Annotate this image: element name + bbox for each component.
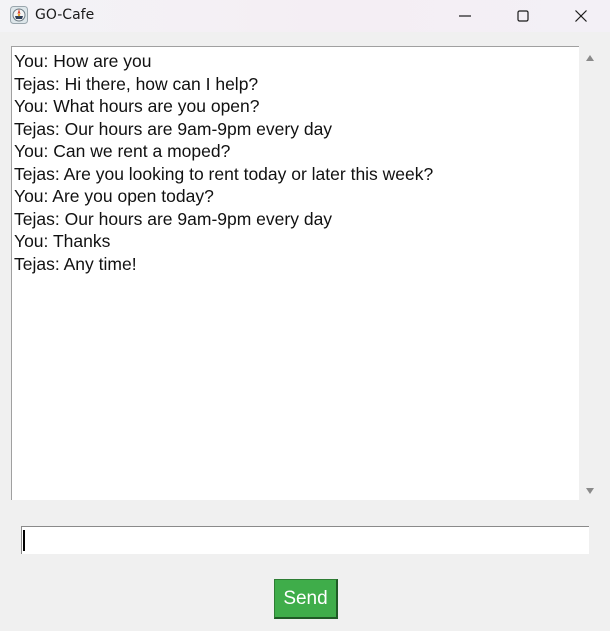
minimize-button[interactable] — [436, 0, 494, 32]
chat-message: Tejas: Are you looking to rent today or … — [14, 163, 434, 184]
scroll-down-button[interactable] — [580, 483, 600, 499]
chat-lines: You: How are you Tejas: Hi there, how ca… — [14, 50, 433, 275]
chat-message: Tejas: Hi there, how can I help? — [14, 73, 259, 94]
chat-message: You: Are you open today? — [14, 186, 214, 206]
minimize-icon — [459, 15, 471, 17]
chat-message: You: Thanks — [14, 231, 111, 251]
close-button[interactable] — [552, 0, 610, 32]
scroll-up-button[interactable] — [580, 50, 600, 66]
scroll-up-arrow-icon — [586, 55, 594, 61]
chat-message: You: How are you — [14, 51, 152, 71]
scroll-down-arrow-icon — [586, 488, 594, 494]
send-button[interactable]: Send — [274, 579, 338, 619]
chat-message: You: What hours are you open? — [14, 96, 260, 116]
maximize-button[interactable] — [494, 0, 552, 32]
chat-scrollbar[interactable] — [580, 46, 600, 500]
message-input[interactable] — [21, 526, 589, 554]
chat-message: You: Can we rent a moped? — [14, 141, 231, 161]
window-title: GO-Cafe — [35, 7, 95, 23]
chat-log[interactable]: You: How are you Tejas: Hi there, how ca… — [11, 46, 579, 500]
maximize-icon — [517, 10, 529, 22]
title-bar: GO-Cafe — [0, 0, 610, 32]
chat-message: Tejas: Our hours are 9am-9pm every day — [14, 208, 333, 229]
cafe-logo-icon — [10, 6, 28, 24]
chat-message: Tejas: Any time! — [14, 253, 137, 274]
text-caret — [23, 530, 25, 551]
close-icon — [575, 10, 587, 22]
chat-message: Tejas: Our hours are 9am-9pm every day — [14, 118, 333, 139]
